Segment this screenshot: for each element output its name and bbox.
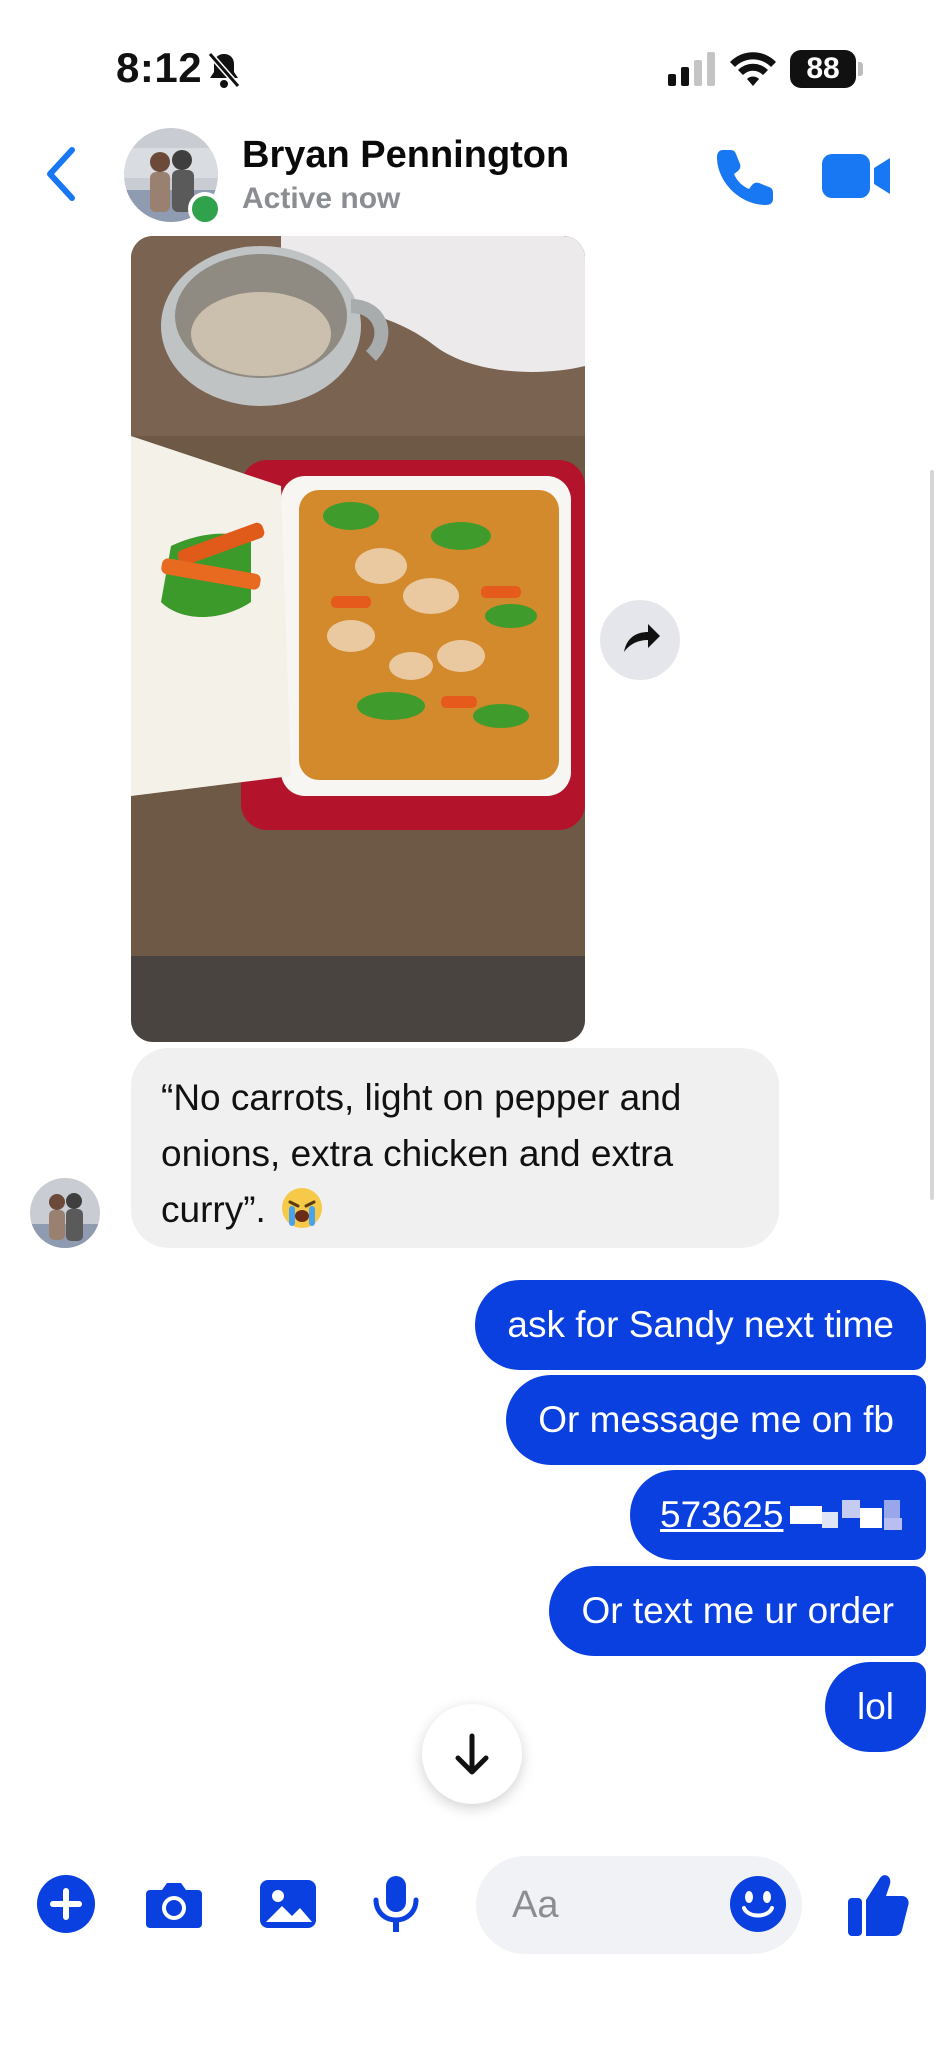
forward-button[interactable]: [600, 600, 680, 680]
chevron-left-icon[interactable]: [38, 144, 88, 204]
phone-number-link[interactable]: 573625: [660, 1494, 783, 1535]
share-arrow-icon: [624, 624, 660, 652]
outgoing-message-bubble[interactable]: lol: [824, 1662, 926, 1752]
camera-icon[interactable]: [142, 1872, 206, 1936]
battery-nub: [858, 62, 863, 76]
outgoing-message-bubble[interactable]: Or text me ur order: [549, 1566, 926, 1656]
wifi-icon: [730, 52, 776, 86]
contact-avatar-small[interactable]: [30, 1178, 100, 1248]
contact-name[interactable]: Bryan Pennington: [242, 134, 569, 177]
online-indicator: [188, 192, 222, 226]
thumbs-up-icon[interactable]: [846, 1870, 912, 1938]
outgoing-message-text: ask for Sandy next time: [507, 1304, 894, 1345]
redacted-pixelation: [790, 1496, 910, 1534]
scroll-to-bottom-button[interactable]: [422, 1704, 522, 1804]
smiley-icon[interactable]: [728, 1874, 788, 1934]
outgoing-message-text: Or text me ur order: [581, 1590, 894, 1631]
cellular-signal-icon: [668, 52, 715, 86]
loudly-crying-face-icon: [281, 1188, 322, 1228]
battery-icon: 88: [790, 50, 856, 88]
outgoing-phone-bubble[interactable]: 573625: [630, 1470, 926, 1560]
incoming-message-bubble[interactable]: “No carrots, light on pepper and onions,…: [131, 1048, 779, 1248]
phone-icon[interactable]: [716, 146, 776, 206]
arrow-down-icon: [455, 1733, 489, 1775]
video-camera-icon[interactable]: [822, 150, 892, 202]
plus-circle-icon[interactable]: [34, 1872, 98, 1936]
incoming-message-text: “No carrots, light on pepper and onions,…: [161, 1077, 682, 1230]
outgoing-message-text: Or message me on fb: [538, 1399, 894, 1440]
outgoing-message-text: lol: [856, 1686, 894, 1727]
outgoing-message-bubble[interactable]: Or message me on fb: [506, 1375, 926, 1465]
food-photo[interactable]: [131, 236, 585, 1042]
image-icon[interactable]: [256, 1872, 320, 1936]
active-status: Active now: [242, 182, 401, 215]
outgoing-message-bubble[interactable]: ask for Sandy next time: [475, 1280, 926, 1370]
scrollbar[interactable]: [930, 470, 934, 1200]
bell-slash-icon: [207, 52, 241, 88]
microphone-icon[interactable]: [364, 1872, 428, 1936]
status-time: 8:12: [116, 44, 203, 91]
